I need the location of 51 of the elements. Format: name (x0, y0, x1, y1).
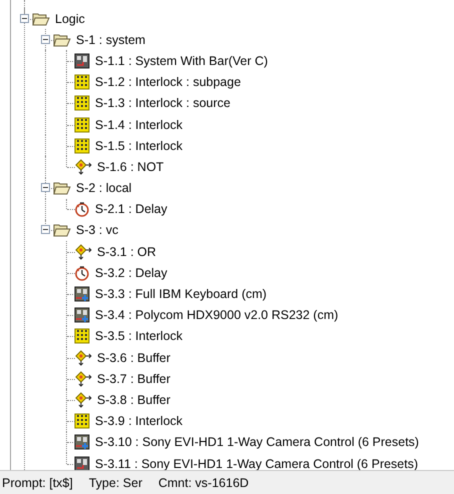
binary-icon (74, 328, 90, 344)
tree-item[interactable]: S-1.3 : Interlock : source (94, 96, 232, 110)
folder-icon (53, 223, 71, 238)
binary-icon (74, 74, 90, 90)
diamond-icon (74, 244, 92, 260)
stopwatch-icon (74, 264, 90, 281)
binary-icon (74, 138, 90, 154)
status-text: Cmnt: vs-1616D (158, 476, 249, 490)
diamond-icon (74, 158, 92, 175)
status-text: Type: Ser (88, 476, 142, 490)
diamond-icon (74, 350, 92, 366)
tree-item[interactable]: S-1.4 : Interlock (94, 118, 184, 132)
tree-item[interactable]: S-3.5 : Interlock (94, 329, 184, 344)
binary-icon (74, 116, 90, 133)
module-icon (74, 286, 90, 302)
tree-item[interactable]: S-3.10 : Sony EVI-HD1 1-Way Camera Control (6 Presets) (94, 435, 420, 450)
module-icon (74, 434, 90, 450)
tree-item[interactable]: S-3.11 : Sony EVI-HD1 1-Way Camera Control (6 Presets) (94, 456, 420, 470)
collapse-toggle[interactable] (41, 34, 50, 44)
tree-item[interactable]: S-3.8 : Buffer (96, 392, 172, 407)
module-icon (74, 307, 90, 324)
tree-item[interactable]: S-3.1 : OR (96, 244, 158, 259)
folder-icon (32, 12, 50, 26)
tree-item[interactable]: S-3.9 : Interlock (94, 414, 184, 428)
collapse-toggle[interactable] (41, 183, 50, 192)
status-text: Prompt: [tx$] (2, 476, 73, 490)
stopwatch-icon (74, 201, 90, 218)
tree-item[interactable]: S-1.5 : Interlock (94, 138, 184, 153)
tree-item[interactable]: S-2 : local (75, 181, 133, 196)
tree-item[interactable]: S-2.1 : Delay (94, 202, 168, 216)
tree-item[interactable]: S-1.6 : NOT (96, 160, 165, 174)
tree-item[interactable]: S-1.1 : System With Bar(Ver C) (94, 54, 269, 68)
tree-item[interactable]: S-1 : system (75, 32, 146, 47)
collapse-toggle[interactable] (41, 225, 50, 234)
tree-item[interactable]: S-3.7 : Buffer (96, 372, 172, 386)
tree-item[interactable]: Logic (54, 12, 86, 26)
tree-item[interactable]: S-3.3 : Full IBM Keyboard (cm) (94, 287, 268, 302)
collapse-toggle[interactable] (20, 14, 29, 23)
tree-item[interactable]: S-1.2 : Interlock : subpage (94, 75, 242, 90)
diamond-icon (74, 370, 92, 387)
module-icon (74, 52, 90, 69)
tree-item[interactable]: S-3.4 : Polycom HDX9000 v2.0 RS232 (cm) (94, 308, 340, 322)
binary-icon (74, 95, 90, 112)
tree-item[interactable]: S-3.2 : Delay (94, 266, 168, 280)
module-icon (74, 456, 90, 470)
binary-icon (74, 413, 90, 430)
diamond-icon (74, 392, 92, 408)
tree-item[interactable]: S-3.6 : Buffer (96, 350, 172, 365)
tree-item[interactable]: S-3 : vc (75, 223, 120, 238)
folder-icon (53, 181, 71, 196)
folder-icon (53, 32, 71, 47)
